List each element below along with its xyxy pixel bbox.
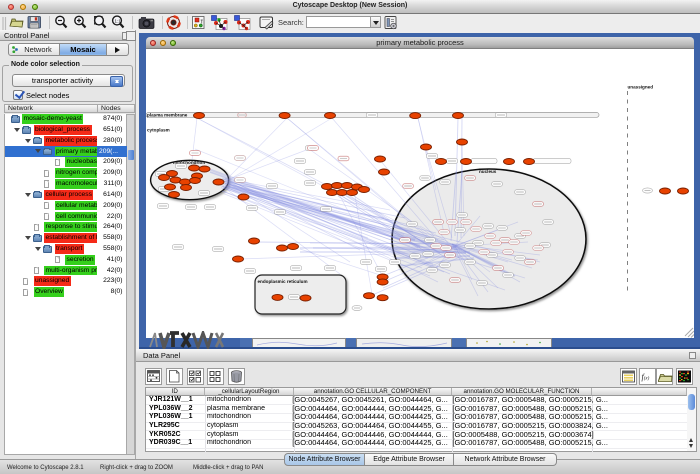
- svg-text:1:1: 1:1: [115, 19, 122, 24]
- svg-text:plasma membrane: plasma membrane: [147, 112, 188, 117]
- svg-text:unassigned: unassigned: [628, 85, 654, 90]
- svg-text:cytoplasm: cytoplasm: [147, 128, 170, 133]
- svg-text:nucleus: nucleus: [479, 169, 497, 174]
- svg-text:endoplasmic reticulum: endoplasmic reticulum: [258, 279, 308, 284]
- svg-text:f(x): f(x): [642, 373, 650, 382]
